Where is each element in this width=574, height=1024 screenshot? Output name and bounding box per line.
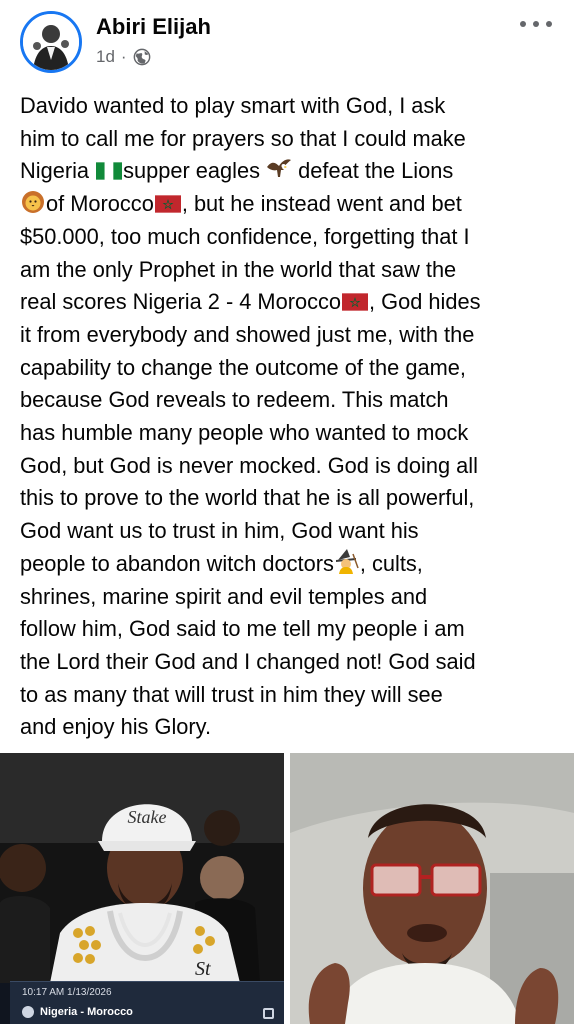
photo-davido[interactable]: Stake St 10:17 AM 1/13/2026 Nigeria - Mo… bbox=[0, 753, 284, 1024]
text-segment: defeat the Lions bbox=[292, 158, 454, 184]
meta-separator: · bbox=[120, 47, 127, 66]
text-line: God want us to trust in him, God want hi… bbox=[20, 518, 419, 544]
nigeria-flag-icon bbox=[96, 162, 123, 181]
cap-text: Stake bbox=[128, 807, 167, 827]
globe-icon[interactable] bbox=[133, 48, 151, 66]
text-line: to as many that will trust in him they w… bbox=[20, 681, 443, 707]
bet-time: 10:17 AM 1/13/2026 bbox=[22, 987, 112, 998]
text-segment: of Morocco bbox=[46, 191, 154, 217]
post-time[interactable]: 1d bbox=[96, 47, 115, 67]
witch-icon bbox=[335, 548, 359, 574]
bet-slip: 10:17 AM 1/13/2026 Nigeria - Morocco bbox=[10, 981, 284, 1024]
more-options-icon[interactable] bbox=[516, 10, 556, 38]
author-name[interactable]: Abiri Elijah bbox=[96, 14, 211, 40]
text-line: God, but God is never mocked. God is doi… bbox=[20, 452, 478, 478]
text-segment: , God hides bbox=[369, 289, 481, 315]
text-line: capability to change the outcome of the … bbox=[20, 354, 466, 380]
post-images: Stake St 10:17 AM 1/13/2026 Nigeria - Mo… bbox=[0, 753, 574, 1024]
post-text: Davido wanted to play smart with God, I … bbox=[20, 90, 560, 744]
text-line: the Lord their God and I changed not! Go… bbox=[20, 648, 476, 674]
text-segment: real scores Nigeria 2 - 4 Morocco bbox=[20, 289, 342, 315]
text-line: real scores Nigeria 2 - 4 Morocco , God h… bbox=[20, 286, 560, 319]
eagle-icon bbox=[267, 159, 292, 178]
morocco-flag-icon bbox=[342, 293, 369, 311]
text-line: and enjoy his Glory. bbox=[20, 714, 212, 740]
more-dot bbox=[546, 21, 552, 27]
photo-prophet-scene bbox=[290, 753, 574, 1024]
football-icon bbox=[22, 1006, 34, 1018]
post-header: Abiri Elijah 1d · bbox=[0, 0, 574, 80]
text-line: am the only Prophet in the world that sa… bbox=[20, 256, 457, 282]
avatar[interactable] bbox=[20, 11, 82, 73]
text-segment: people to abandon witch doctors bbox=[20, 550, 334, 576]
lion-icon bbox=[22, 191, 44, 214]
bet-match: Nigeria - Morocco bbox=[22, 1006, 133, 1018]
text-segment: , but he instead went and bet bbox=[181, 191, 462, 217]
share-icon bbox=[263, 1008, 274, 1019]
text-line: Davido wanted to play smart with God, I … bbox=[20, 93, 446, 118]
bet-match-label: Nigeria - Morocco bbox=[40, 1006, 133, 1018]
photo-prophet[interactable] bbox=[290, 753, 574, 1024]
text-segment: supper eagles bbox=[123, 158, 267, 184]
text-segment: Nigeria bbox=[20, 158, 96, 184]
post-meta: 1d · bbox=[96, 47, 151, 67]
shirt-text: St bbox=[195, 958, 211, 980]
text-line: because God reveals to redeem. This matc… bbox=[20, 387, 449, 413]
text-line: shrines, marine spirit and evil temples … bbox=[20, 583, 428, 609]
avatar-image bbox=[23, 14, 79, 70]
more-dot bbox=[533, 21, 539, 27]
text-line: people to abandon witch doctors , cults, bbox=[20, 548, 560, 581]
text-line: follow him, God said to me tell my peopl… bbox=[20, 616, 465, 642]
text-line: of Morocco , but he instead went and bet bbox=[20, 188, 560, 221]
text-line: Nigeria supper eagles defeat the Lions bbox=[20, 155, 560, 188]
text-line: has humble many people who wanted to moc… bbox=[20, 420, 469, 446]
text-line: it from everybody and showed just me, wi… bbox=[20, 321, 475, 347]
text-line: this to prove to the world that he is al… bbox=[20, 485, 475, 511]
morocco-flag-icon bbox=[154, 195, 181, 213]
more-dot bbox=[520, 21, 526, 27]
text-segment: , cults, bbox=[359, 550, 423, 576]
text-line: $50.000, too much confidence, forgetting… bbox=[20, 223, 470, 249]
text-line: him to call me for prayers so that I cou… bbox=[20, 125, 466, 151]
